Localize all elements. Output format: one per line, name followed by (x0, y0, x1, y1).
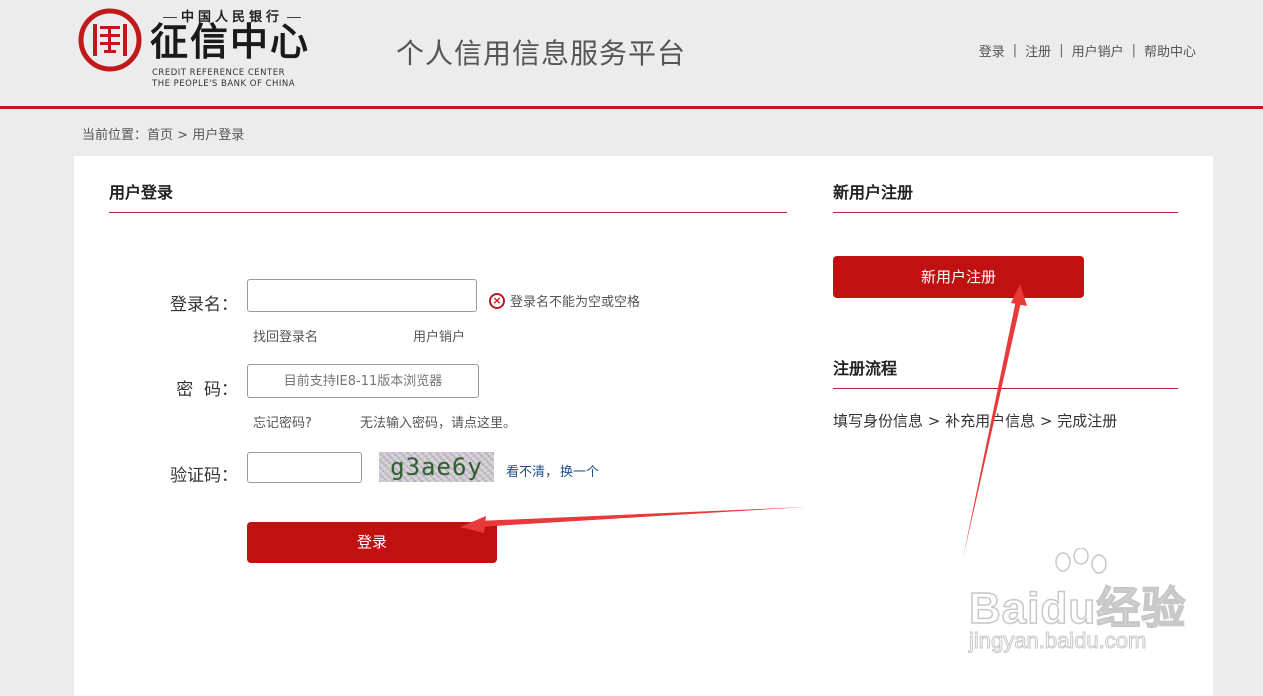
login-button[interactable]: 登录 (247, 522, 497, 563)
register-section-title: 新用户注册 (833, 179, 1178, 213)
seal-icon (78, 8, 142, 72)
nav-separator: | (1131, 43, 1136, 58)
site-header: 中国人民银行 征信中心 CREDIT REFERENCE CENTER THE … (0, 0, 1263, 109)
username-input[interactable] (247, 279, 477, 312)
nav-register-link[interactable]: 注册 (1025, 41, 1051, 60)
captcha-image[interactable]: g3ae6y (379, 452, 494, 482)
breadcrumb: 当前位置：首页 > 用户登录 (82, 124, 244, 143)
new-user-register-button[interactable]: 新用户注册 (833, 256, 1084, 298)
register-flow-steps: 填写身份信息 > 补充用户信息 > 完成注册 (833, 412, 1118, 430)
platform-title: 个人信用信息服务平台 (396, 37, 687, 70)
nav-separator: | (1059, 43, 1064, 58)
logo-main-text: 征信中心 (150, 19, 311, 64)
captcha-label: 验证码： (170, 466, 238, 486)
login-section-title: 用户登录 (109, 179, 787, 213)
captcha-unclear-text: 看不清， (506, 465, 559, 480)
nav-login-link[interactable]: 登录 (979, 41, 1005, 60)
nav-separator: | (1012, 43, 1018, 58)
recover-username-link[interactable]: 找回登录名 (253, 326, 318, 345)
register-flow-title: 注册流程 (833, 355, 1178, 389)
captcha-refresh-link[interactable]: 换一个 (560, 461, 599, 480)
cannot-input-password-link[interactable]: 无法输入密码，请点这里。 (360, 412, 516, 431)
top-nav: 登录 | 注册 | 用户销户 | 帮助中心 (979, 41, 1196, 60)
breadcrumb-separator: > (173, 128, 193, 143)
cancel-account-link[interactable]: 用户销户 (413, 326, 465, 345)
nav-cancel-account-link[interactable]: 用户销户 (1072, 41, 1124, 60)
password-input[interactable] (247, 364, 479, 398)
logo-english-text: CREDIT REFERENCE CENTER THE PEOPLE'S BAN… (152, 68, 295, 90)
logo-en-line1: CREDIT REFERENCE CENTER (152, 68, 285, 78)
username-error: × 登录名不能为空或空格 (489, 291, 640, 310)
captcha-input[interactable] (247, 452, 362, 483)
breadcrumb-home-link[interactable]: 首页 (147, 128, 173, 143)
nav-help-center-link[interactable]: 帮助中心 (1144, 41, 1196, 60)
username-label: 登录名： (170, 295, 238, 315)
credit-center-logo[interactable]: 中国人民银行 征信中心 CREDIT REFERENCE CENTER THE … (78, 4, 323, 90)
error-icon: × (489, 292, 505, 309)
password-label: 密 码： (176, 380, 238, 400)
breadcrumb-prefix: 当前位置： (82, 128, 148, 143)
forgot-password-link[interactable]: 忘记密码? (253, 412, 312, 431)
logo-en-line2: THE PEOPLE'S BANK OF CHINA (152, 79, 296, 89)
username-error-text: 登录名不能为空或空格 (510, 295, 641, 310)
breadcrumb-current: 用户登录 (192, 128, 245, 143)
main-panel: 用户登录 登录名： × 登录名不能为空或空格 找回登录名 用户销户 密 码： 忘… (74, 156, 1213, 696)
